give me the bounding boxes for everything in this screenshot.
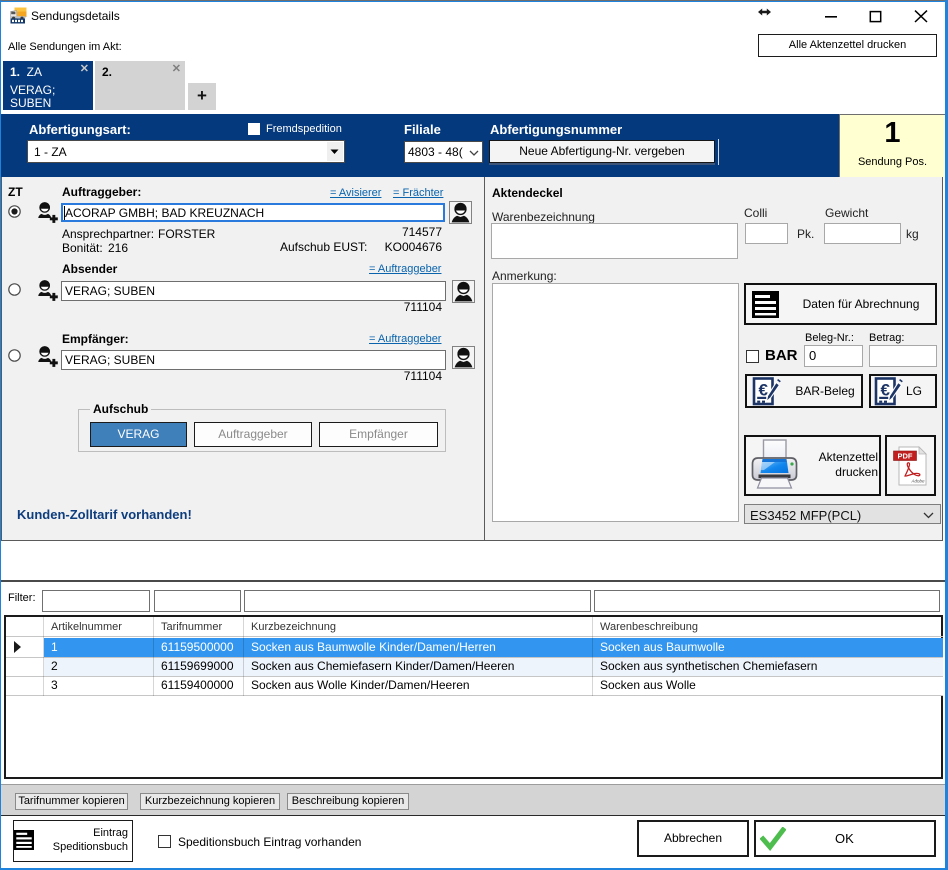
svg-text:Adobe: Adobe [910, 479, 925, 484]
svg-text:PDF: PDF [898, 452, 913, 461]
